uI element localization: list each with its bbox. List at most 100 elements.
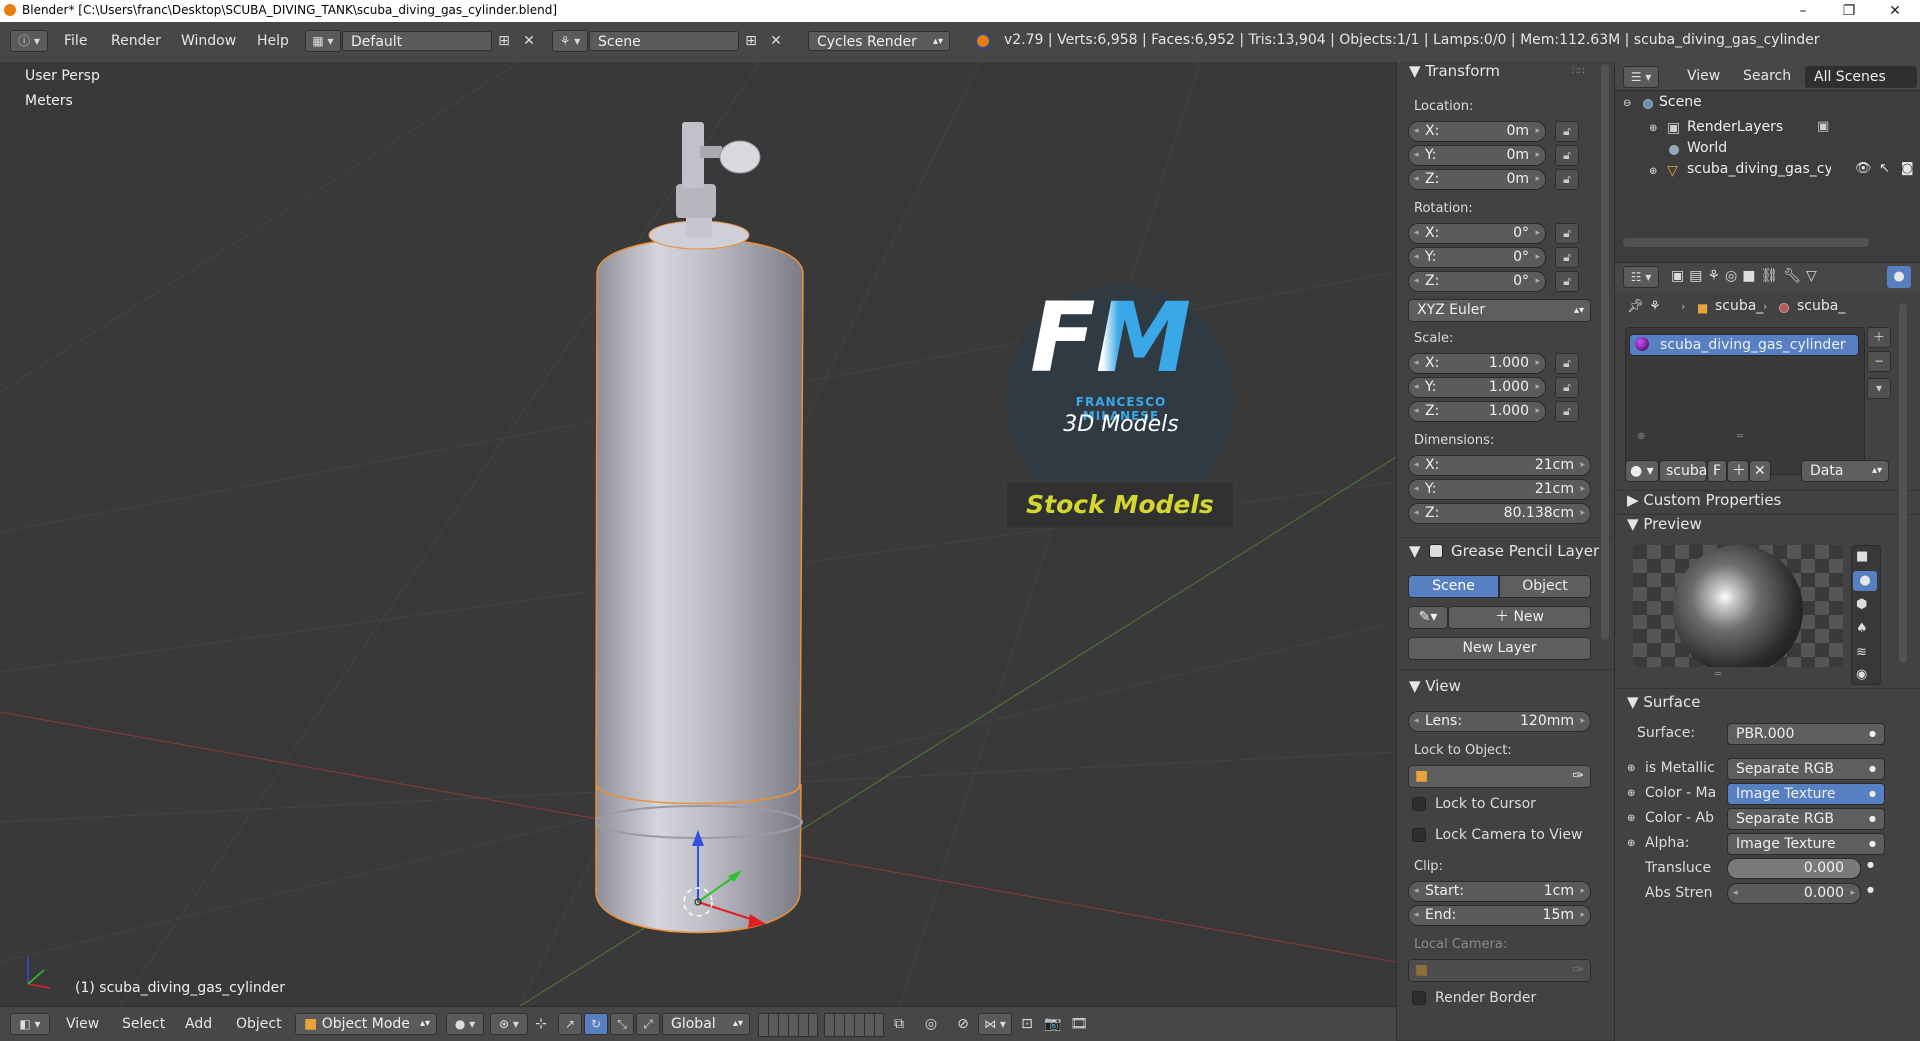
properties-context-tabs[interactable]: ▣▤⚘◎■⛓🔧︎▽ [1671,268,1822,284]
lens-field[interactable]: ◂ Lens: 120mm ▸ [1408,711,1591,732]
custom-properties-header[interactable]: ▶ Custom Properties [1627,491,1781,509]
expand-input-icon[interactable]: ⊕ [1627,763,1635,774]
menu-help[interactable]: Help [257,33,289,49]
lock-icon[interactable]: 🔓︎ [1555,169,1579,190]
lock-icon[interactable]: 🔓︎ [1555,223,1579,244]
snap-toggle-icon[interactable]: ⊘ [954,1015,972,1033]
interaction-mode-select[interactable]: ■ Object Mode ▴▾ [295,1013,437,1035]
outliner-item-renderlayers[interactable]: RenderLayers [1687,119,1783,135]
snap-element-icon[interactable]: ⋈ ▾ [978,1013,1012,1035]
snap-target-icon[interactable]: ⊡ [1018,1015,1036,1033]
outliner-item-cylinder[interactable]: scuba_diving_gas_cylir [1687,161,1831,177]
camera-render-icon[interactable]: ◙ [1901,161,1914,176]
breadcrumb-object[interactable]: scuba_ [1715,298,1763,314]
minimize-button[interactable]: – [1780,0,1826,22]
editor-type-3d-view-icon[interactable]: ◧ ▾ [10,1013,50,1035]
node-link-icon[interactable]: ● [1867,885,1874,894]
lock-icon[interactable]: 🔓︎ [1555,377,1579,398]
gas-cylinder-model[interactable] [595,122,804,934]
fake-user-button[interactable]: F [1707,460,1727,482]
expand-input-icon[interactable]: ⊕ [1627,838,1635,849]
location-z-field[interactable]: ◂ Z: 0m ▸ [1408,169,1546,190]
grease-pencil-object-tab[interactable]: Object [1499,575,1591,598]
close-button[interactable]: ✕ [1872,0,1918,22]
outliner-view-menu[interactable]: View [1687,68,1720,84]
editor-type-properties-icon[interactable]: ☷ ▾ [1623,266,1659,288]
menu-add[interactable]: Add [185,1016,212,1032]
constraints-tab-icon[interactable]: ⛓ [1760,268,1783,284]
dimensions-y-field[interactable]: ◂ Y: 21cm ▸ [1408,479,1591,500]
scale-y-field[interactable]: ◂ Y: 1.000 ▸ [1408,377,1546,398]
proportional-edit-icon[interactable]: ◎ [922,1015,940,1033]
render-tab-icon[interactable]: ▣ [1671,268,1689,284]
viewport-shading-icon[interactable]: ● ▾ [446,1013,484,1035]
cursor-select-icon[interactable]: ↖ [1879,161,1890,176]
expand-icon[interactable]: ⊕ [1649,123,1657,134]
lock-icon[interactable]: 🔓︎ [1555,145,1579,166]
pivot-point-icon[interactable]: ⊛ ▾ [490,1013,528,1035]
lock-icon[interactable]: 🔓︎ [1555,271,1579,292]
maximize-button[interactable]: ❐ [1826,0,1872,22]
remove-slot-icon[interactable]: − [1867,351,1891,372]
eye-icon[interactable]: 👁︎ [1855,161,1872,176]
location-x-field[interactable]: ◂ X: 0m ▸ [1408,121,1546,142]
lock-camera-checkbox[interactable] [1412,828,1426,842]
menu-render[interactable]: Render [111,33,161,49]
material-slot-item[interactable]: scuba_diving_gas_cylinder [1629,334,1859,356]
scene-field[interactable]: Scene [589,31,739,51]
remove-scene-icon[interactable]: ✕ [767,32,785,50]
grease-pencil-checkbox[interactable] [1429,544,1443,558]
surface-shader-select[interactable]: PBR.000 ● [1727,723,1885,745]
new-material-icon[interactable]: ＋ [1727,460,1749,482]
manipulator-toggle-icon[interactable]: ⊹ [532,1015,550,1033]
rotation-z-field[interactable]: ◂ Z: 0° ▸ [1408,271,1546,292]
expand-input-icon[interactable]: ⊕ [1627,788,1635,799]
render-layers-tab-icon[interactable]: ▤ [1689,268,1707,284]
dimensions-x-field[interactable]: ◂ X: 21cm ▸ [1408,455,1591,476]
rotate-manipulator-icon[interactable]: ↻ [584,1013,608,1035]
transform-panel-header[interactable]: ▼ Transform [1409,62,1500,80]
lock-object-field[interactable]: ■ ✑ [1408,765,1591,788]
layers-row-1[interactable] [758,1013,818,1037]
dimensions-z-field[interactable]: ◂ Z: 80.138cm ▸ [1408,503,1591,524]
abs-strength-field[interactable]: ◂ 0.000 ▸ [1727,883,1861,904]
list-resize-handle-icon[interactable]: ═ [1737,431,1743,442]
node-link-icon[interactable]: ● [1867,860,1874,869]
screen-layout-icon[interactable]: ▦ ▾ [305,30,341,52]
data-tab-icon[interactable]: ▽ [1806,268,1822,284]
menu-window[interactable]: Window [181,33,236,49]
clip-start-field[interactable]: ◂ Start: 1cm ▸ [1408,881,1591,902]
preview-monkey-icon[interactable]: ♠ [1856,621,1868,636]
transform-icon[interactable]: ⤢ [636,1013,660,1035]
slot-specials-icon[interactable]: ▾ [1867,378,1891,399]
input-color-ab-select[interactable]: Separate RGB ● [1727,808,1885,830]
outliner-horizontal-scrollbar[interactable] [1623,238,1869,247]
editor-type-info-icon[interactable]: ⓘ ▾ [10,30,48,52]
transform-orientation-select[interactable]: Global ▴▾ [662,1013,750,1035]
location-y-field[interactable]: ◂ Y: 0m ▸ [1408,145,1546,166]
preview-header[interactable]: ▼ Preview [1627,515,1702,533]
menu-select[interactable]: Select [122,1016,165,1032]
unlink-material-icon[interactable]: ✕ [1749,460,1771,482]
menu-file[interactable]: File [64,33,87,49]
outliner-item-world[interactable]: World [1687,140,1727,156]
translate-manipulator-icon[interactable]: ↗ [558,1013,582,1035]
collapse-icon[interactable]: ⊖ [1623,98,1631,109]
input-alpha-select[interactable]: Image Texture ● [1727,833,1885,855]
view-panel-header[interactable]: ▼ View [1409,677,1461,695]
menu-object[interactable]: Object [236,1016,282,1032]
3d-viewport[interactable]: User Persp Meters (1) scuba_diving_gas_c… [0,62,1396,1006]
new-layer-button[interactable]: New Layer [1408,637,1591,660]
screen-layout-field[interactable]: Default [342,31,492,51]
scale-manipulator-icon[interactable]: ⤡ [610,1013,634,1035]
rotation-y-field[interactable]: ◂ Y: 0° ▸ [1408,247,1546,268]
scale-z-field[interactable]: ◂ Z: 1.000 ▸ [1408,401,1546,422]
menu-view[interactable]: View [66,1016,99,1032]
preview-cube-icon[interactable]: ⬢ [1856,597,1867,612]
preview-world-icon[interactable]: ◉ [1856,667,1867,682]
layers-row-2[interactable] [824,1013,884,1037]
world-tab-icon[interactable]: ◎ [1725,268,1742,284]
pencil-icon[interactable]: ✎▾ [1408,606,1448,629]
preview-flat-icon[interactable]: ■ [1856,549,1868,564]
properties-scrollbar[interactable] [1899,303,1907,663]
